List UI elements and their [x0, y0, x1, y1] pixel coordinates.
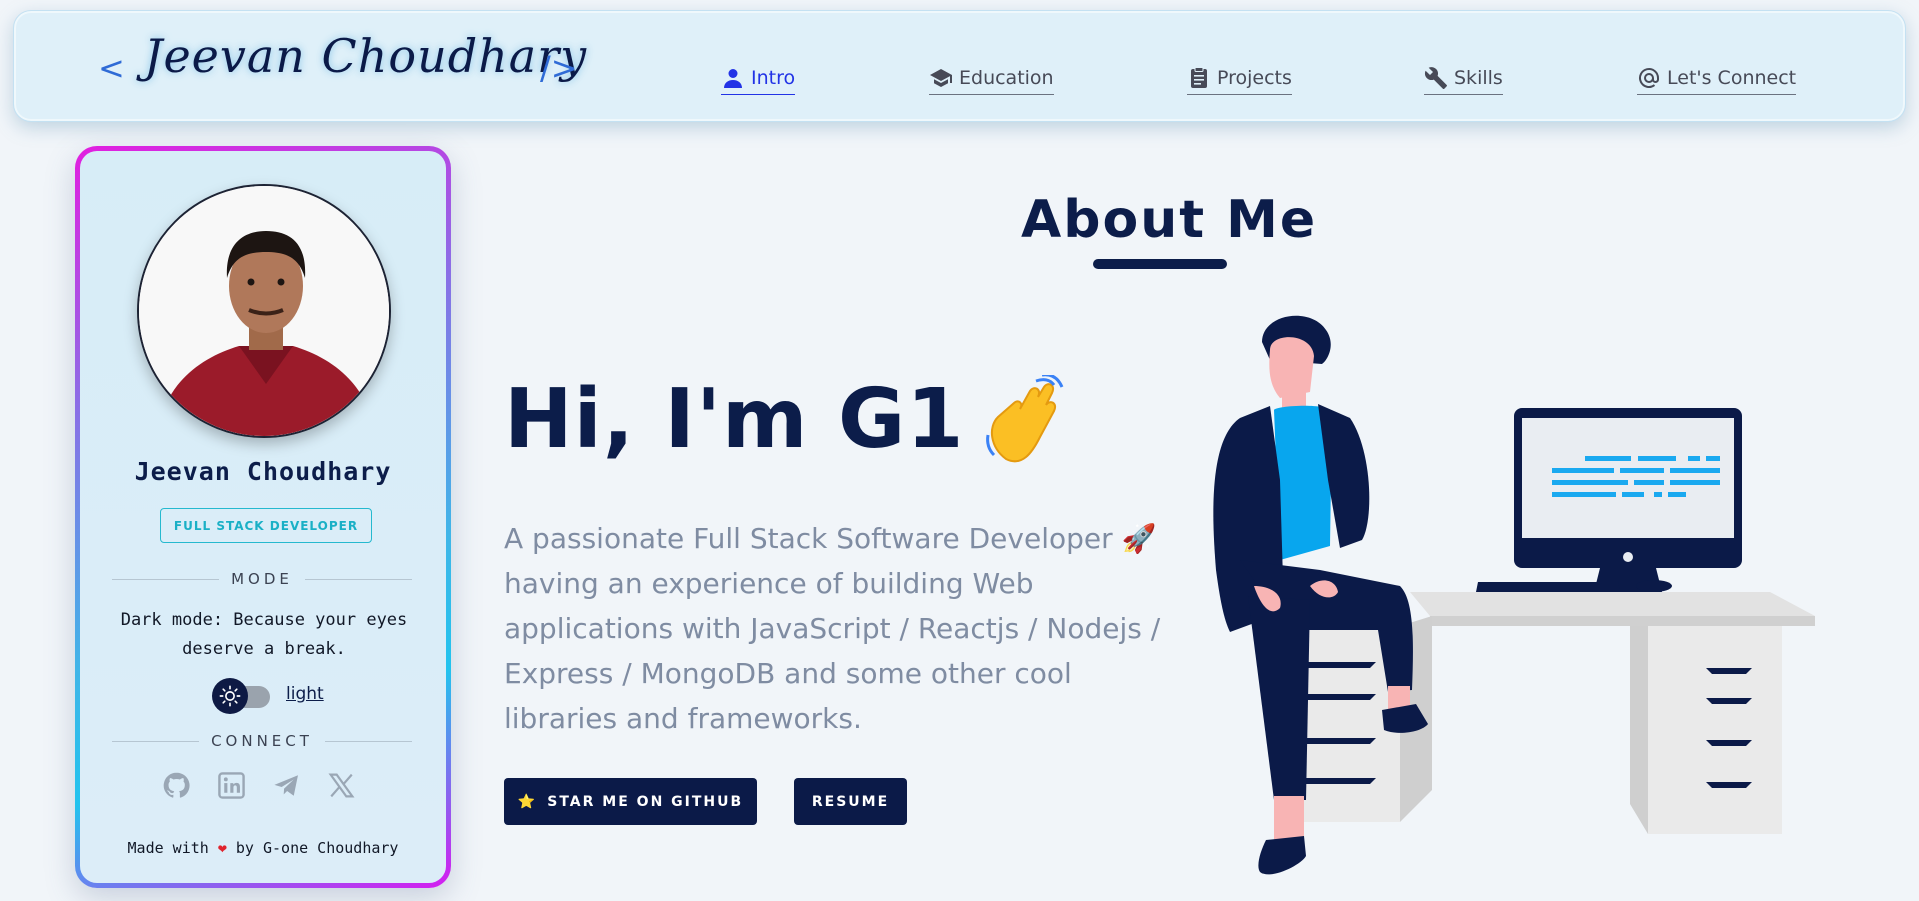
theme-toggle[interactable]	[212, 678, 276, 714]
greeting-text: Hi, I'm G1	[504, 372, 965, 467]
star-icon: ⭐	[517, 793, 538, 810]
top-navbar: < Jeevan Choudhary /> Intro Education Pr…	[13, 10, 1906, 122]
nav-item-label: Let's Connect	[1667, 66, 1797, 89]
avatar	[137, 184, 391, 438]
footer-prefix: Made with	[127, 839, 209, 857]
mode-heading-text: MODE	[231, 570, 293, 588]
github-button-label: STAR ME ON GITHUB	[547, 793, 744, 810]
nav-item-label: Projects	[1217, 66, 1292, 89]
footer-note: Made with ❤ by G-one Choudhary	[80, 839, 446, 857]
sun-icon	[212, 678, 248, 714]
profile-card: Jeevan Choudhary FULL STACK DEVELOPER MO…	[75, 146, 451, 888]
wrench-icon	[1424, 66, 1447, 89]
star-on-github-button[interactable]: ⭐ STAR ME ON GITHUB	[504, 778, 757, 825]
clipboard-icon	[1191, 66, 1207, 88]
hero-greeting: Hi, I'm G1	[504, 372, 1064, 467]
social-links	[162, 771, 356, 800]
logo-close-bracket: />	[540, 49, 578, 87]
role-badge: FULL STACK DEVELOPER	[160, 508, 372, 543]
title-underline	[1093, 259, 1227, 269]
resume-button-label: RESUME	[811, 793, 890, 810]
github-icon[interactable]	[162, 771, 191, 800]
at-sign-icon	[1639, 67, 1659, 88]
mode-description: Dark mode: Because your eyes deserve a b…	[120, 610, 408, 659]
waving-hand-icon	[986, 374, 1064, 462]
nav-item-education[interactable]: Education	[929, 63, 1054, 95]
profile-name: Jeevan Choudhary	[134, 457, 392, 486]
logo[interactable]: < Jeevan Choudhary />	[84, 27, 594, 107]
nav-item-label: Intro	[751, 66, 796, 89]
developer-illustration	[1213, 315, 1815, 875]
nav-item-lets-connect[interactable]: Let's Connect	[1637, 63, 1797, 95]
profile-card-body: Jeevan Choudhary FULL STACK DEVELOPER MO…	[80, 151, 446, 883]
logo-signature: Jeevan Choudhary	[144, 29, 588, 83]
connect-heading-text: CONNECT	[211, 732, 313, 750]
nav-item-skills[interactable]: Skills	[1424, 63, 1503, 95]
linkedin-icon[interactable]	[217, 771, 246, 800]
footer-suffix: by G-one Choudhary	[235, 839, 399, 857]
nav-item-intro[interactable]: Intro	[721, 63, 796, 95]
logo-open-bracket: <	[98, 49, 125, 87]
graduation-cap-icon	[930, 68, 952, 87]
section-title: About Me	[1021, 190, 1318, 250]
theme-label[interactable]: light	[286, 684, 324, 704]
person-icon	[724, 68, 742, 88]
intro-paragraph: A passionate Full Stack Software Develop…	[504, 522, 1161, 735]
resume-button[interactable]: RESUME	[794, 778, 907, 825]
telegram-icon[interactable]	[272, 771, 301, 800]
mode-heading: MODE	[112, 569, 412, 589]
heart-icon: ❤	[217, 839, 227, 857]
connect-heading: CONNECT	[112, 731, 412, 751]
nav-item-projects[interactable]: Projects	[1187, 63, 1292, 95]
nav-item-label: Education	[959, 66, 1054, 89]
x-icon[interactable]	[327, 771, 356, 800]
nav-item-label: Skills	[1454, 66, 1503, 89]
